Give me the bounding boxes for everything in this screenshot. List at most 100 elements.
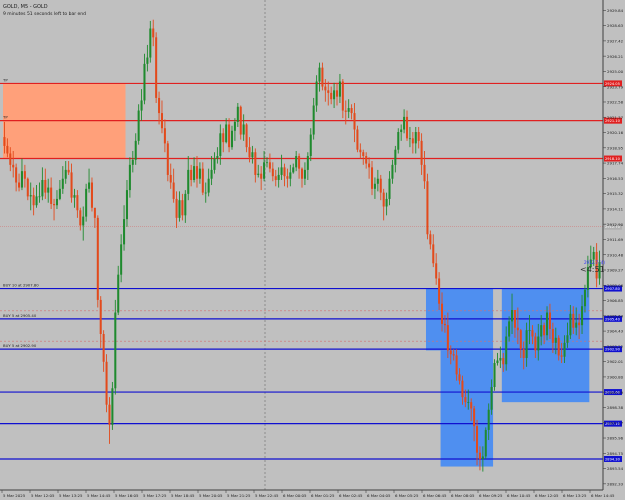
- candle-body: [569, 313, 572, 336]
- candle-body: [362, 152, 365, 157]
- price-tick-label: 2897.17: [607, 420, 624, 425]
- price-tick-label: 2899.59: [607, 390, 624, 395]
- candle-body: [76, 195, 79, 211]
- candle-body: [277, 174, 280, 180]
- time-tick-label: 6 Mar 04:05: [367, 493, 391, 498]
- price-tick-label: 2916.53: [607, 176, 624, 181]
- candle-body: [190, 169, 193, 180]
- candle-body: [18, 182, 21, 188]
- candle-body: [481, 456, 484, 459]
- candle-body: [417, 132, 420, 141]
- candle-body: [575, 322, 578, 328]
- candle-body: [251, 152, 254, 158]
- time-tick-label: 5 Mar 16:05: [115, 493, 139, 498]
- candle-body: [496, 360, 499, 364]
- candle-body: [546, 312, 549, 336]
- candle-body: [96, 217, 99, 300]
- time-tick-label: 5 Mar 13:25: [59, 493, 83, 498]
- candle-body: [534, 336, 537, 351]
- candle-body: [324, 86, 327, 91]
- price-tick-label: 2893.54: [607, 466, 624, 471]
- candle-body: [295, 156, 298, 168]
- time-tick-label: 6 Mar 13:25: [563, 493, 587, 498]
- candle-body: [572, 313, 575, 328]
- candle-body: [125, 190, 128, 220]
- candle-body: [184, 193, 187, 216]
- candle-body: [213, 158, 216, 170]
- time-tick-label: 5 Mar 14:45: [87, 493, 111, 498]
- candle-body: [300, 168, 304, 179]
- level-tag-0: TP: [2, 77, 8, 82]
- candle-body: [478, 452, 481, 459]
- level-tag-6: BUY 5 at 2902.90: [3, 343, 37, 348]
- candle-body: [181, 200, 184, 216]
- candle-body: [548, 312, 551, 329]
- candle-body: [365, 156, 368, 164]
- candle-body: [499, 357, 502, 361]
- candle-body: [265, 162, 269, 164]
- candle-body: [88, 182, 91, 189]
- candle-body: [508, 321, 511, 337]
- candle-body: [476, 426, 479, 453]
- candle-body: [210, 169, 213, 179]
- candle-body: [341, 81, 344, 111]
- candle-body: [263, 162, 266, 179]
- candle-body: [359, 149, 362, 153]
- candle-body: [537, 336, 540, 351]
- symbol-title: GOLD, M5 - GOLD: [3, 4, 48, 10]
- candle-body: [502, 357, 505, 365]
- candle-body: [455, 355, 458, 375]
- time-tick-label: 6 Mar 01:25: [311, 493, 335, 498]
- price-tick-label: 2910.48: [607, 252, 624, 257]
- candle-body: [350, 108, 353, 114]
- time-tick-label: 6 Mar 05:25: [395, 493, 419, 498]
- price-tick-label: 2911.69: [607, 237, 624, 242]
- candle-body: [411, 138, 414, 144]
- candle-body: [435, 263, 438, 279]
- candle-body: [303, 169, 306, 179]
- price-tick-label: 2908.06: [607, 283, 624, 288]
- candle-body: [423, 164, 426, 182]
- candle-body: [321, 67, 324, 87]
- time-tick-label: 5 Mar 22:45: [255, 493, 279, 498]
- candle-body: [160, 113, 164, 129]
- candle-body: [137, 110, 140, 141]
- price-tick-label: 2920.16: [607, 130, 624, 135]
- candle-body: [408, 138, 411, 140]
- candle-body: [286, 176, 289, 179]
- time-tick-label: 5 Mar 12:05: [31, 493, 55, 498]
- candle-body: [35, 196, 38, 206]
- candle-body: [373, 183, 376, 189]
- candle-body: [41, 179, 44, 197]
- candle-body: [64, 169, 67, 179]
- time-tick-label: 5 Mar 18:45: [171, 493, 195, 498]
- candle-body: [283, 167, 286, 177]
- candle-body: [44, 179, 47, 193]
- level-tag-4: BUY 10 at 2907.80: [3, 283, 39, 288]
- time-tick-label: 5 Mar 21:25: [227, 493, 251, 498]
- candle-body: [134, 140, 137, 160]
- candle-body: [338, 81, 341, 97]
- time-tick-label: 6 Mar 00:05: [283, 493, 307, 498]
- price-tick-label: 2921.37: [607, 115, 624, 120]
- candle-body: [315, 81, 318, 106]
- candle-body: [420, 140, 423, 165]
- candle-body: [216, 156, 219, 159]
- price-chart[interactable]: 2924.052921.102918.102912.702907.802905.…: [0, 0, 625, 500]
- candle-body: [511, 310, 514, 322]
- candle-body: [15, 167, 18, 183]
- time-tick-label: 6 Mar 08:05: [451, 493, 475, 498]
- candle-body: [239, 106, 242, 135]
- bar-countdown: <4:51: [580, 265, 605, 274]
- candle-body: [344, 110, 347, 112]
- candle-body: [490, 387, 493, 410]
- candle-body: [163, 128, 166, 144]
- candle-body: [26, 178, 29, 197]
- candle-body: [522, 349, 525, 358]
- candle-body: [473, 408, 476, 427]
- candle-body: [298, 156, 301, 169]
- price-tick-label: 2926.21: [607, 54, 624, 59]
- trading-chart-window[interactable]: 2924.05 2921.10 2918.10 2912.70 2907.80 2905.…: [0, 0, 625, 500]
- candle-body: [327, 90, 330, 93]
- time-tick-label: 6 Mar 02:45: [339, 493, 363, 498]
